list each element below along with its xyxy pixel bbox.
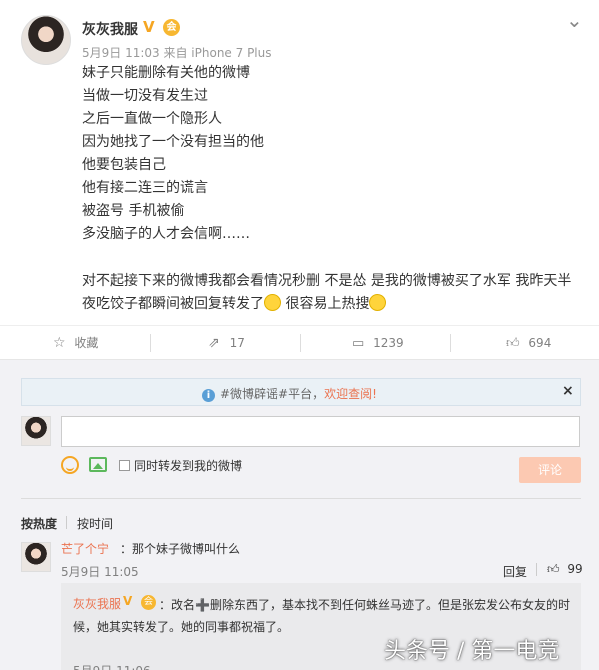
- comment-icon: ▭: [352, 336, 365, 351]
- comment-date: 5月9日 11:05: [61, 565, 139, 579]
- info-icon: i: [202, 389, 215, 402]
- rumor-notice-bar: i #微博辟谣#平台，欢迎查阅! ×: [21, 378, 581, 406]
- comment-like-button[interactable]: 👍︎ 99: [547, 562, 583, 577]
- author-avatar[interactable]: [21, 15, 71, 65]
- comment-count: 1239: [373, 336, 404, 350]
- member-icon[interactable]: 会: [163, 19, 180, 36]
- favorite-label: 收藏: [74, 336, 99, 350]
- repost-count: 17: [229, 336, 245, 350]
- post-line: 他要包装自己: [82, 157, 166, 173]
- notice-content: i #微博辟谣#平台，欢迎查阅!: [202, 385, 377, 402]
- action-divider: [450, 334, 451, 352]
- repost-button[interactable]: ⇗ 17: [208, 326, 245, 360]
- post-paragraph-text-2: 很容易上热搜: [281, 296, 370, 312]
- author-name[interactable]: 灰灰我服: [82, 19, 138, 39]
- weibo-post-card: 灰灰我服 V 会 5月9日 11:03 来自 iPhone 7 Plus ⌄ 妹…: [0, 0, 599, 325]
- notice-link[interactable]: 欢迎查阅!: [324, 387, 377, 401]
- reply-date: 5月9日 11:06: [73, 662, 151, 670]
- post-line: 当做一切没有发生过: [82, 88, 208, 104]
- post-line: 多没脑子的人才会信啊……: [82, 226, 250, 242]
- close-icon[interactable]: ×: [562, 383, 574, 399]
- post-line: 被盗号 手机被偷: [82, 203, 185, 219]
- sort-by-hot-tab[interactable]: 按热度: [21, 515, 57, 532]
- post-line: 之后一直做一个隐形人: [82, 111, 222, 127]
- star-icon: ☆: [53, 335, 66, 351]
- post-text: 妹子只能删除有关他的微博 当做一切没有发生过 之后一直做一个隐形人 因为她找了一…: [82, 62, 582, 246]
- image-upload-icon[interactable]: [89, 457, 107, 472]
- post-paragraph: 对不起接下来的微博我都会看情况秒删 不是怂 是我的微博被买了水军 我昨天半夜吃饺…: [82, 270, 572, 316]
- watermark-text: 头条号 / 第一电竞: [384, 639, 560, 664]
- comment-button[interactable]: ▭ 1239: [352, 326, 404, 360]
- smile-emoji-icon: [264, 294, 281, 311]
- notice-tag[interactable]: #微博辟谣#平台，: [220, 387, 324, 401]
- favorite-button[interactable]: ☆ 收藏: [53, 326, 98, 360]
- comment-input[interactable]: [61, 416, 580, 447]
- post-meta: 5月9日 11:03 来自 iPhone 7 Plus: [82, 46, 272, 60]
- section-divider: [21, 498, 581, 499]
- current-user-avatar[interactable]: [21, 416, 51, 446]
- thumbs-up-icon: 👍︎: [547, 562, 560, 576]
- action-divider: [300, 334, 301, 352]
- post-line: 他有接二连三的谎言: [82, 180, 208, 196]
- like-button[interactable]: 👍︎ 694: [506, 326, 551, 360]
- action-divider: [150, 334, 151, 352]
- reply-button[interactable]: 回复: [503, 563, 527, 580]
- sync-repost-checkbox[interactable]: [119, 460, 130, 471]
- post-line: 因为她找了一个没有担当的他: [82, 134, 264, 150]
- thumbs-up-icon: 👍︎: [506, 336, 520, 351]
- reply-author-name[interactable]: 灰灰我服: [73, 595, 121, 612]
- chevron-down-icon[interactable]: ⌄: [566, 10, 583, 30]
- member-icon[interactable]: 会: [141, 595, 156, 610]
- comment-like-count: 99: [567, 562, 583, 576]
- smile-emoji-icon: [369, 294, 387, 311]
- sync-repost-label[interactable]: 同时转发到我的微博: [134, 457, 242, 474]
- like-count: 694: [528, 336, 552, 350]
- commenter-avatar[interactable]: [21, 542, 51, 572]
- emoji-picker-icon[interactable]: [61, 456, 79, 474]
- verified-v-icon: V: [143, 18, 155, 36]
- submit-comment-button[interactable]: 评论: [519, 457, 581, 483]
- sort-divider: [66, 516, 67, 529]
- sort-by-time-tab[interactable]: 按时间: [77, 515, 113, 532]
- post-line: 妹子只能删除有关他的微博: [82, 65, 250, 81]
- repost-icon: ⇗: [208, 335, 220, 351]
- comment-action-divider: [536, 563, 537, 576]
- post-action-bar: ☆ 收藏 ⇗ 17 ▭ 1239 👍︎ 694: [0, 325, 599, 359]
- comment-text: ：那个妹子微博叫什么: [120, 542, 241, 556]
- commenter-name[interactable]: 芒了个宁: [61, 540, 109, 557]
- comment-section: i #微博辟谣#平台，欢迎查阅! × 同时转发到我的微博 评论 按热度 按时间 芒…: [0, 359, 599, 670]
- verified-v-icon: V: [123, 594, 133, 608]
